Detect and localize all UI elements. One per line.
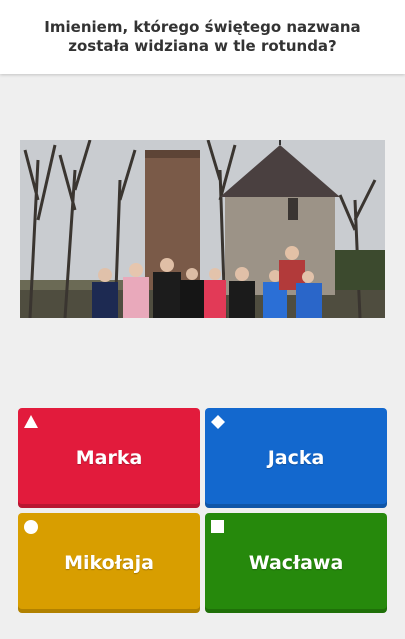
answer-button-3[interactable]: Mikołaja — [18, 513, 200, 613]
answer-label: Mikołaja — [64, 552, 154, 574]
question-text: Imieniem, którego świętego nazwana zosta… — [44, 18, 361, 55]
answer-button-2[interactable]: Jacka — [205, 408, 387, 508]
square-icon — [211, 519, 225, 533]
answer-label: Wacława — [248, 552, 344, 574]
answer-button-1[interactable]: Marka — [18, 408, 200, 508]
diamond-icon — [211, 414, 225, 429]
question-header: Imieniem, którego świętego nazwana zosta… — [0, 0, 405, 74]
question-image — [20, 140, 385, 318]
answer-label: Marka — [75, 447, 143, 469]
answer-button-4[interactable]: Wacława — [205, 513, 387, 613]
answer-label: Jacka — [267, 447, 325, 469]
circle-icon — [24, 519, 38, 534]
triangle-icon — [24, 414, 38, 428]
